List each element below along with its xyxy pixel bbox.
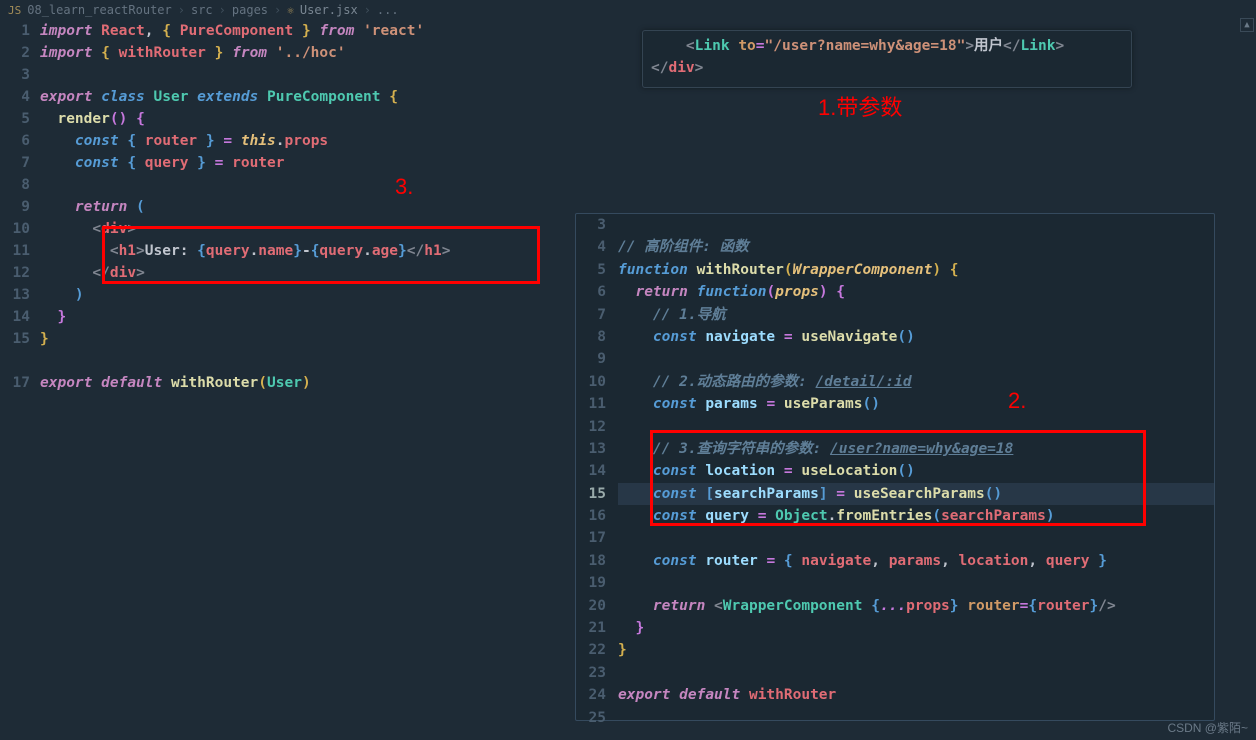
breadcrumb-project[interactable]: 08_learn_reactRouter <box>27 3 172 17</box>
watermark: CSDN @紫陌~ <box>1167 719 1248 736</box>
breadcrumb-src[interactable]: src <box>191 3 213 17</box>
jsx-icon: ⚛ <box>287 4 294 17</box>
with-router-panel[interactable]: 3 4 5 6 7 8 9 10 11 12 13 14 15 16 17 18… <box>575 213 1215 721</box>
annotation-2: 2. <box>1008 388 1026 414</box>
chevron-right-icon: › <box>364 3 371 17</box>
breadcrumb-more[interactable]: ... <box>377 3 399 17</box>
annotation-1: 1.带参数 <box>818 90 902 122</box>
breadcrumb-file[interactable]: User.jsx <box>300 3 358 17</box>
code-body-2[interactable]: // 高阶组件: 函数 function withRouter(WrapperC… <box>618 214 1214 729</box>
line-gutter: 1 2 3 4 5 6 7 8 9 10 11 12 13 14 15 17 <box>0 20 40 394</box>
annotation-3: 3. <box>395 174 413 200</box>
link-snippet-panel: <Link to="/user?name=why&age=18">用户</Lin… <box>642 30 1132 88</box>
breadcrumb: JS 08_learn_reactRouter › src › pages › … <box>0 0 1256 20</box>
chevron-right-icon: › <box>219 3 226 17</box>
js-icon: JS <box>8 4 21 17</box>
breadcrumb-pages[interactable]: pages <box>232 3 268 17</box>
chevron-right-icon: › <box>178 3 185 17</box>
line-gutter-2: 3 4 5 6 7 8 9 10 11 12 13 14 15 16 17 18… <box>576 214 618 729</box>
chevron-right-icon: › <box>274 3 281 17</box>
